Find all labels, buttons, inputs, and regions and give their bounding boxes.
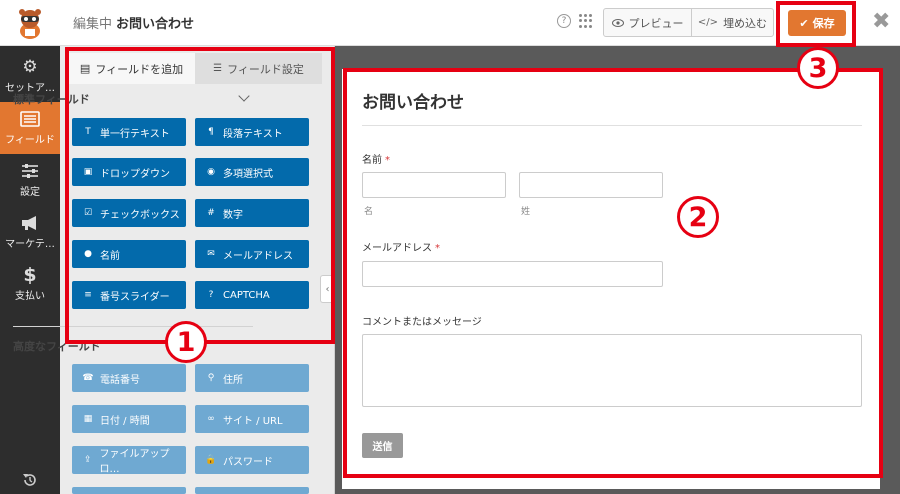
preview-button[interactable]: プレビュー: [603, 8, 692, 37]
embed-button[interactable]: </> 埋め込む: [691, 8, 774, 37]
field-button-address[interactable]: ⚲ 住所: [195, 364, 309, 392]
field-button-label: パスワード: [223, 456, 273, 468]
lock-icon: 🔒: [205, 455, 217, 465]
top-bar: 編集中 お問い合わせ ? プレビュー </> 埋め込む ✔ 保存 ✖: [0, 0, 900, 46]
field-button-label: 住所: [223, 374, 243, 386]
wpforms-logo: [0, 0, 60, 46]
preview-label: プレビュー: [628, 16, 684, 30]
builder-sidebar: ⚙ セットア… フィールド 設定 マーケテ… $ 支払い: [0, 46, 60, 494]
dollar-icon: $: [23, 264, 37, 286]
sidebar-item-payments[interactable]: $ 支払い: [0, 258, 60, 310]
upload-icon: ⇪: [83, 455, 92, 465]
sidebar-item-marketing[interactable]: マーケテ…: [0, 206, 60, 258]
sidebar-item-label: マーケテ…: [5, 239, 55, 250]
field-button-label: 電話番号: [100, 374, 140, 386]
annotation-number-3: 3: [797, 47, 839, 89]
sidebar-item-label: 支払い: [15, 291, 45, 302]
revisions-icon[interactable]: [16, 470, 44, 490]
field-button-label: ファイルアップロ…: [99, 449, 170, 475]
field-button-password[interactable]: 🔒 パスワード: [195, 446, 309, 474]
gear-icon: ⚙: [22, 57, 38, 77]
sidebar-item-label: フィールド: [5, 135, 55, 146]
help-icon[interactable]: ?: [557, 14, 571, 28]
fields-icon: [20, 110, 40, 128]
sidebar-item-fields[interactable]: フィールド: [0, 102, 60, 154]
field-button-partial[interactable]: [72, 487, 186, 494]
annotation-box-1: [65, 47, 335, 344]
sidebar-item-settings[interactable]: 設定: [0, 154, 60, 206]
field-button-label: サイト / URL: [223, 415, 283, 427]
close-icon[interactable]: ✖: [872, 10, 890, 34]
annotation-number-1: 1: [165, 321, 207, 363]
dots-grid-icon[interactable]: [579, 14, 593, 28]
field-button-file-upload[interactable]: ⇪ ファイルアップロ…: [72, 446, 186, 475]
map-pin-icon: ⚲: [207, 373, 215, 383]
form-name: お問い合わせ: [116, 17, 195, 32]
field-button-phone[interactable]: ☎ 電話番号: [72, 364, 186, 392]
field-button-website[interactable]: ∞ サイト / URL: [195, 405, 309, 433]
eye-icon: [611, 18, 624, 27]
code-icon: </>: [697, 17, 719, 28]
annotation-box-3: [776, 1, 856, 47]
embed-label: 埋め込む: [723, 16, 768, 30]
link-icon: ∞: [207, 414, 215, 424]
field-button-partial[interactable]: [195, 487, 309, 494]
annotation-number-2: 2: [677, 196, 719, 238]
calendar-icon: ▦: [83, 414, 93, 424]
sliders-icon: [21, 162, 39, 180]
sidebar-item-label: 設定: [20, 187, 40, 198]
annotation-box-2: [343, 68, 883, 478]
field-button-date-time[interactable]: ▦ 日付 / 時間: [72, 405, 186, 433]
editing-label: 編集中: [73, 17, 113, 32]
megaphone-icon: [20, 214, 40, 232]
field-button-label: 日付 / 時間: [100, 415, 150, 427]
phone-icon: ☎: [82, 373, 94, 383]
form-editing-title: 編集中 お問い合わせ: [73, 13, 194, 32]
